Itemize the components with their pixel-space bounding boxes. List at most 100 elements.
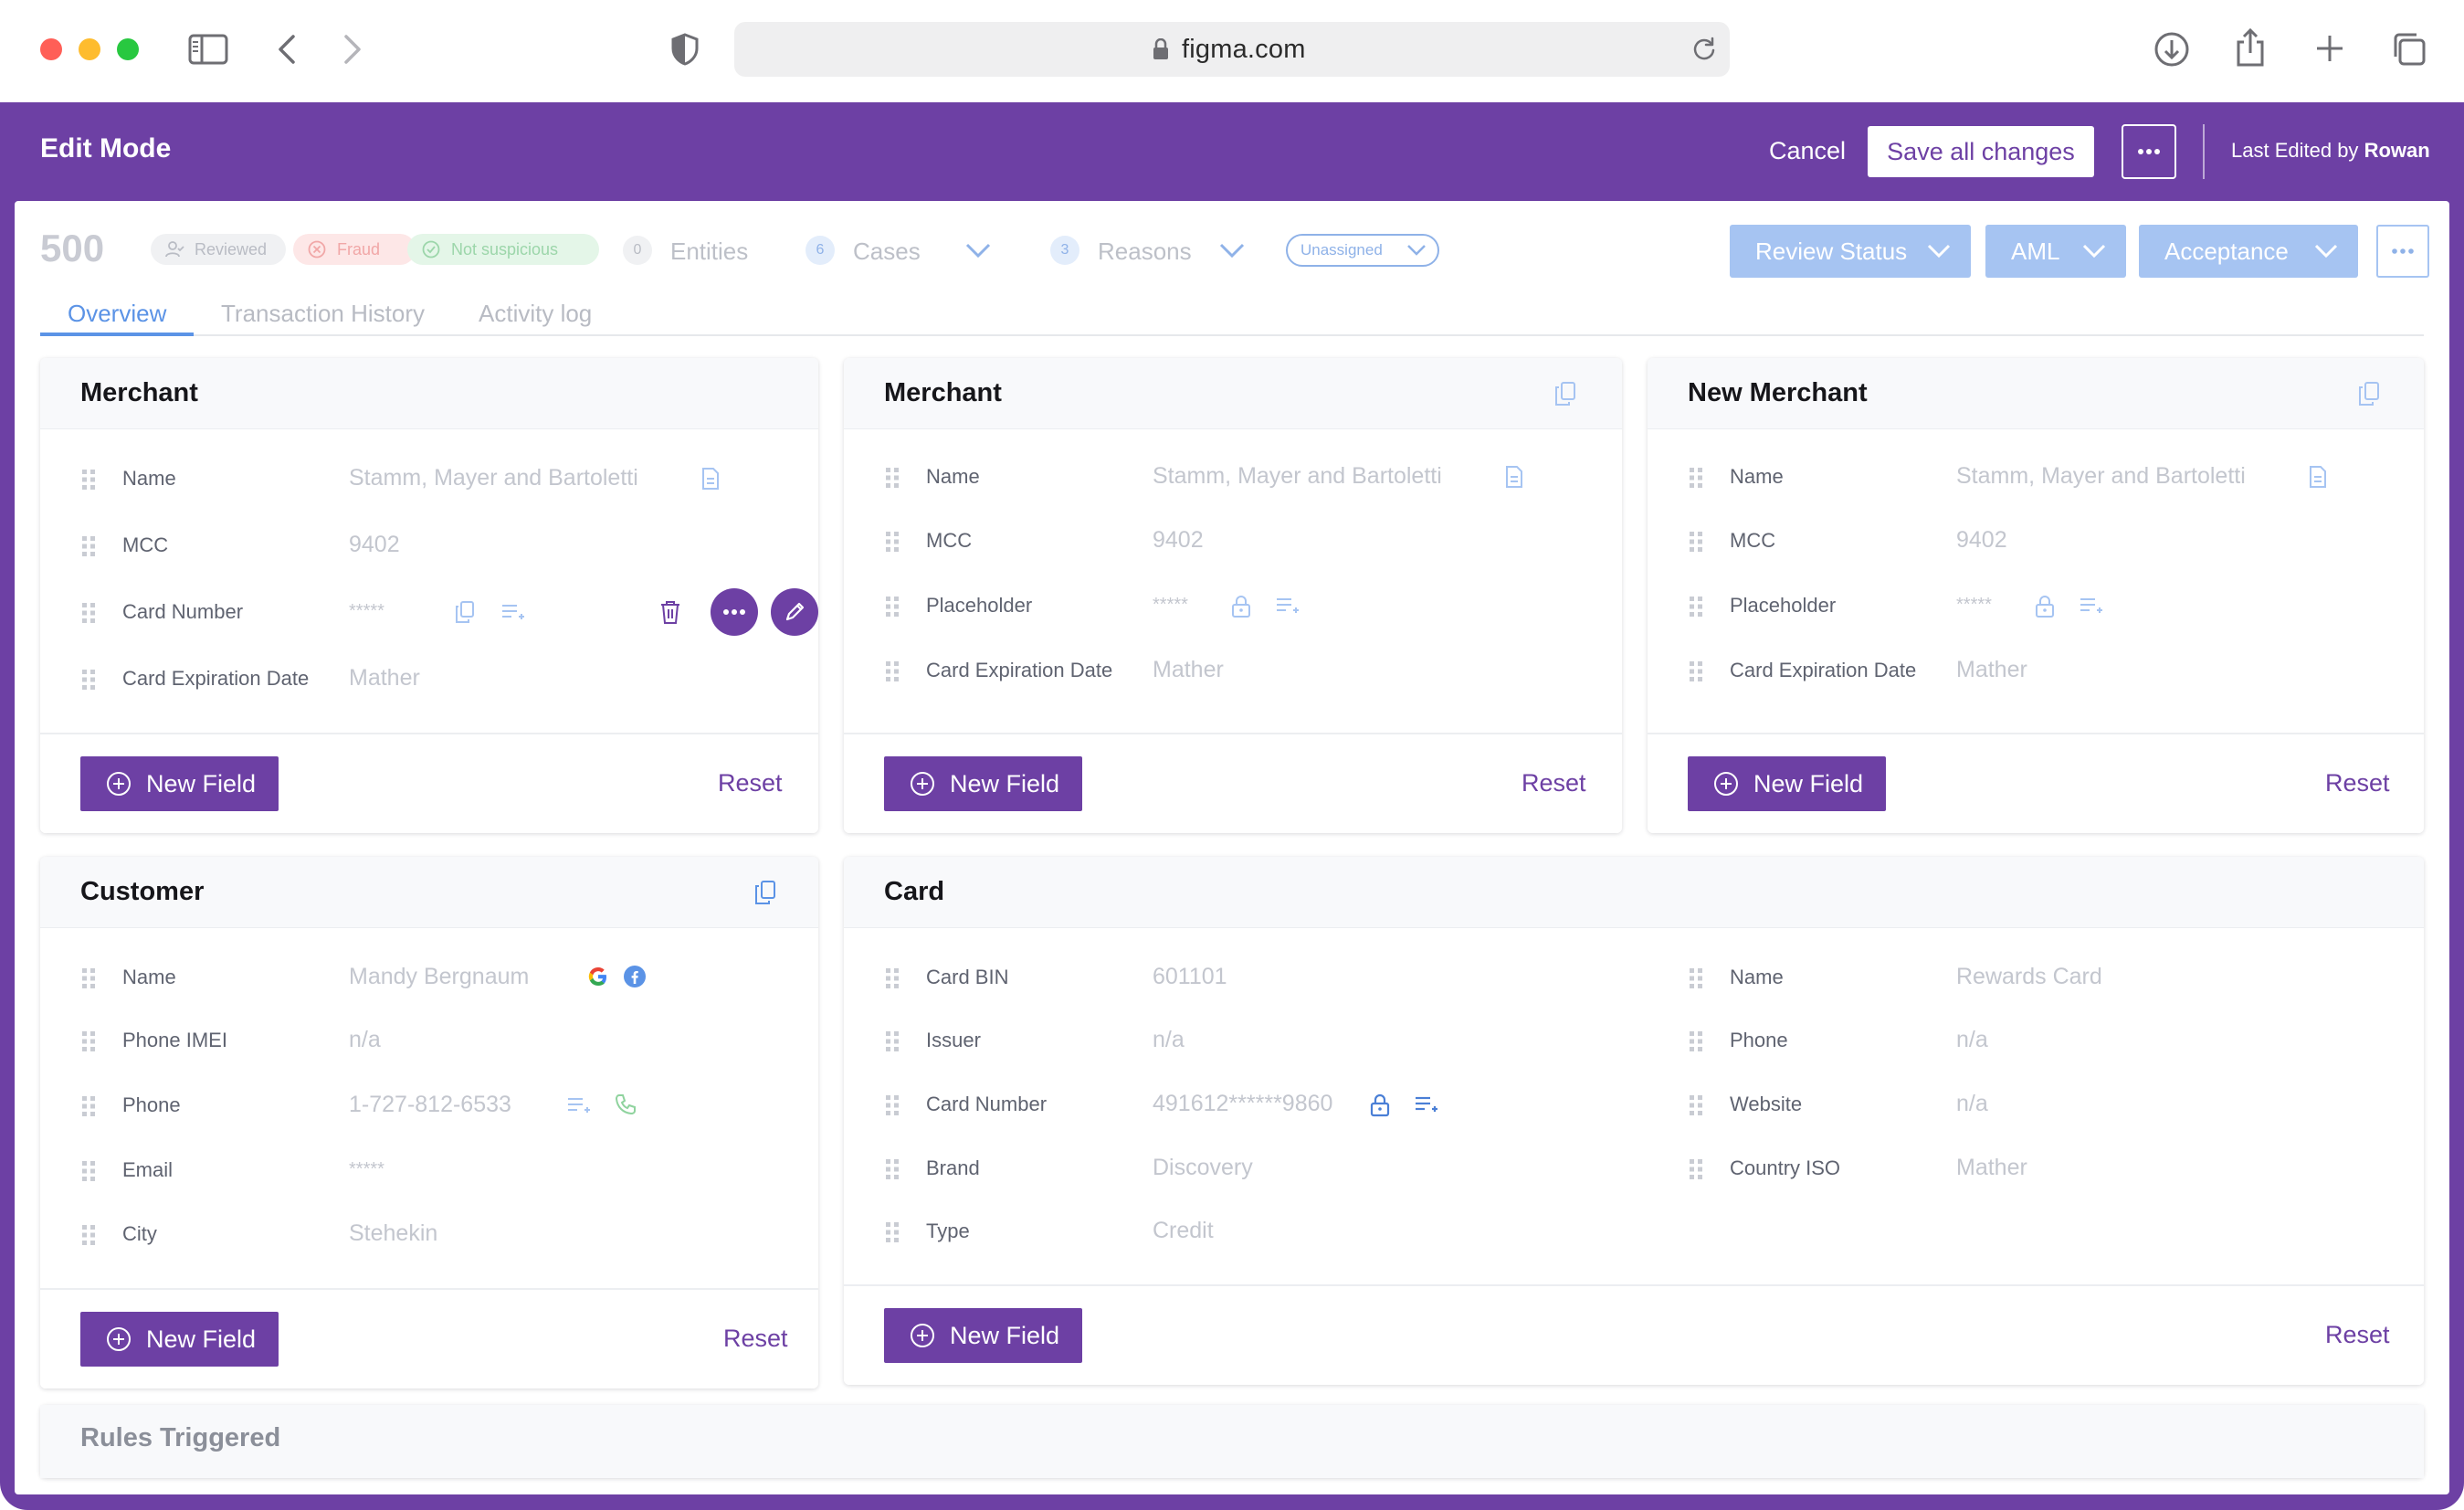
grip-icon[interactable]	[80, 1223, 97, 1247]
acceptance-dropdown[interactable]: Acceptance	[2139, 225, 2358, 278]
grip-icon[interactable]	[884, 1030, 900, 1053]
field-row[interactable]: Name Mandy Bergnaum	[80, 959, 793, 996]
grip-icon[interactable]	[80, 534, 97, 558]
entities-label[interactable]: Entities	[670, 238, 748, 266]
list-add-icon[interactable]	[1275, 595, 1300, 617]
grip-icon[interactable]	[1688, 1157, 1704, 1181]
tabs-icon[interactable]	[2391, 31, 2427, 68]
copy-icon[interactable]	[754, 881, 776, 904]
field-row[interactable]: Name Stamm, Mayer and Bartoletti	[1688, 459, 2400, 495]
grip-icon[interactable]	[1688, 1093, 1704, 1117]
cases-label[interactable]: Cases	[853, 238, 921, 266]
cases-chevron-down-icon[interactable]	[964, 241, 992, 259]
new-field-button[interactable]: New Field	[884, 756, 1082, 811]
sidebar-icon[interactable]	[188, 33, 228, 66]
back-icon[interactable]	[276, 33, 298, 66]
field-row[interactable]: Card Expiration Date Mather	[1688, 652, 2400, 689]
reset-button[interactable]: Reset	[2325, 769, 2390, 797]
grip-icon[interactable]	[1688, 530, 1704, 554]
review-status-dropdown[interactable]: Review Status	[1730, 225, 1971, 278]
reset-button[interactable]: Reset	[723, 1325, 788, 1353]
field-row[interactable]: Type Credit	[884, 1213, 1596, 1250]
field-row[interactable]: MCC 9402	[884, 523, 1596, 559]
list-add-icon[interactable]	[2079, 595, 2104, 617]
grip-icon[interactable]	[884, 660, 900, 683]
grip-icon[interactable]	[884, 466, 900, 490]
grip-icon[interactable]	[884, 530, 900, 554]
reset-button[interactable]: Reset	[2325, 1321, 2390, 1349]
address-bar[interactable]: figma.com	[734, 22, 1730, 77]
field-row[interactable]: Card BIN 601101	[884, 959, 1596, 996]
copy-icon[interactable]	[2358, 382, 2380, 406]
share-icon[interactable]	[2234, 27, 2267, 68]
new-field-button[interactable]: New Field	[1688, 756, 1886, 811]
field-row[interactable]: Email *****	[80, 1152, 793, 1188]
grip-icon[interactable]	[1688, 966, 1704, 990]
fraud-pill[interactable]: Fraud	[293, 234, 416, 265]
field-row[interactable]: Brand Discovery	[884, 1150, 1596, 1187]
field-row[interactable]: Phone IMEI n/a	[80, 1022, 793, 1059]
list-add-icon[interactable]	[566, 1094, 592, 1116]
assignee-dropdown[interactable]: Unassigned	[1286, 234, 1439, 267]
copy-icon[interactable]	[455, 601, 475, 623]
reload-icon[interactable]	[1691, 37, 1717, 62]
reset-button[interactable]: Reset	[1522, 769, 1586, 797]
field-row[interactable]: MCC 9402	[1688, 523, 2400, 559]
zoom-window-button[interactable]	[117, 38, 139, 60]
new-field-button[interactable]: New Field	[80, 1312, 279, 1367]
shield-icon[interactable]	[670, 33, 700, 66]
facebook-icon[interactable]	[623, 965, 647, 988]
document-icon[interactable]	[701, 468, 720, 490]
status-more-button[interactable]	[2376, 225, 2429, 278]
grip-icon[interactable]	[80, 1094, 97, 1118]
grip-icon[interactable]	[884, 1157, 900, 1181]
grip-icon[interactable]	[1688, 595, 1704, 618]
copy-icon[interactable]	[1554, 382, 1576, 406]
field-row[interactable]: Placeholder *****	[1688, 587, 2400, 624]
grip-icon[interactable]	[884, 966, 900, 990]
grip-icon[interactable]	[884, 595, 900, 618]
field-row[interactable]: Card Expiration Date Mather	[884, 652, 1596, 689]
field-edit-button[interactable]	[771, 588, 818, 636]
aml-dropdown[interactable]: AML	[1985, 225, 2126, 278]
grip-icon[interactable]	[80, 1030, 97, 1053]
grip-icon[interactable]	[1688, 466, 1704, 490]
grip-icon[interactable]	[884, 1093, 900, 1117]
list-add-icon[interactable]	[1414, 1093, 1439, 1115]
tab-activity-log[interactable]: Activity log	[479, 300, 592, 328]
download-icon[interactable]	[2153, 31, 2190, 68]
field-row[interactable]: Phone 1-727-812-6533	[80, 1087, 793, 1124]
grip-icon[interactable]	[80, 1159, 97, 1183]
grip-icon[interactable]	[80, 668, 97, 692]
field-row[interactable]: MCC 9402	[80, 527, 793, 564]
grip-icon[interactable]	[1688, 660, 1704, 683]
forward-icon[interactable]	[342, 33, 363, 66]
field-row[interactable]: Placeholder *****	[884, 587, 1596, 624]
padlock-icon[interactable]	[1370, 1093, 1390, 1117]
field-row[interactable]: Name Rewards Card	[1688, 959, 2400, 996]
field-row[interactable]: Phone n/a	[1688, 1022, 2400, 1059]
tab-overview[interactable]: Overview	[68, 300, 166, 328]
new-field-button[interactable]: New Field	[80, 756, 279, 811]
list-add-icon[interactable]	[500, 601, 526, 623]
grip-icon[interactable]	[80, 966, 97, 990]
padlock-icon[interactable]	[1231, 595, 1251, 618]
field-row[interactable]: Website n/a	[1688, 1086, 2400, 1123]
grip-icon[interactable]	[80, 601, 97, 625]
field-row[interactable]: Name Stamm, Mayer and Bartoletti	[80, 460, 793, 497]
close-window-button[interactable]	[40, 38, 62, 60]
trash-icon[interactable]	[659, 599, 681, 625]
reviewed-pill[interactable]: Reviewed	[151, 234, 286, 265]
document-icon[interactable]	[1505, 466, 1523, 488]
grip-icon[interactable]	[80, 468, 97, 491]
reasons-label[interactable]: Reasons	[1098, 238, 1192, 266]
google-icon[interactable]	[586, 965, 610, 988]
grip-icon[interactable]	[1688, 1030, 1704, 1053]
plus-icon[interactable]	[2314, 33, 2345, 64]
field-row[interactable]: Card Number 491612******9860	[884, 1086, 1596, 1123]
padlock-icon[interactable]	[2035, 595, 2055, 618]
minimize-window-button[interactable]	[79, 38, 100, 60]
cancel-button[interactable]: Cancel	[1769, 137, 1846, 165]
field-row[interactable]: Card Expiration Date Mather	[80, 660, 793, 697]
field-row[interactable]: City Stehekin	[80, 1216, 793, 1252]
